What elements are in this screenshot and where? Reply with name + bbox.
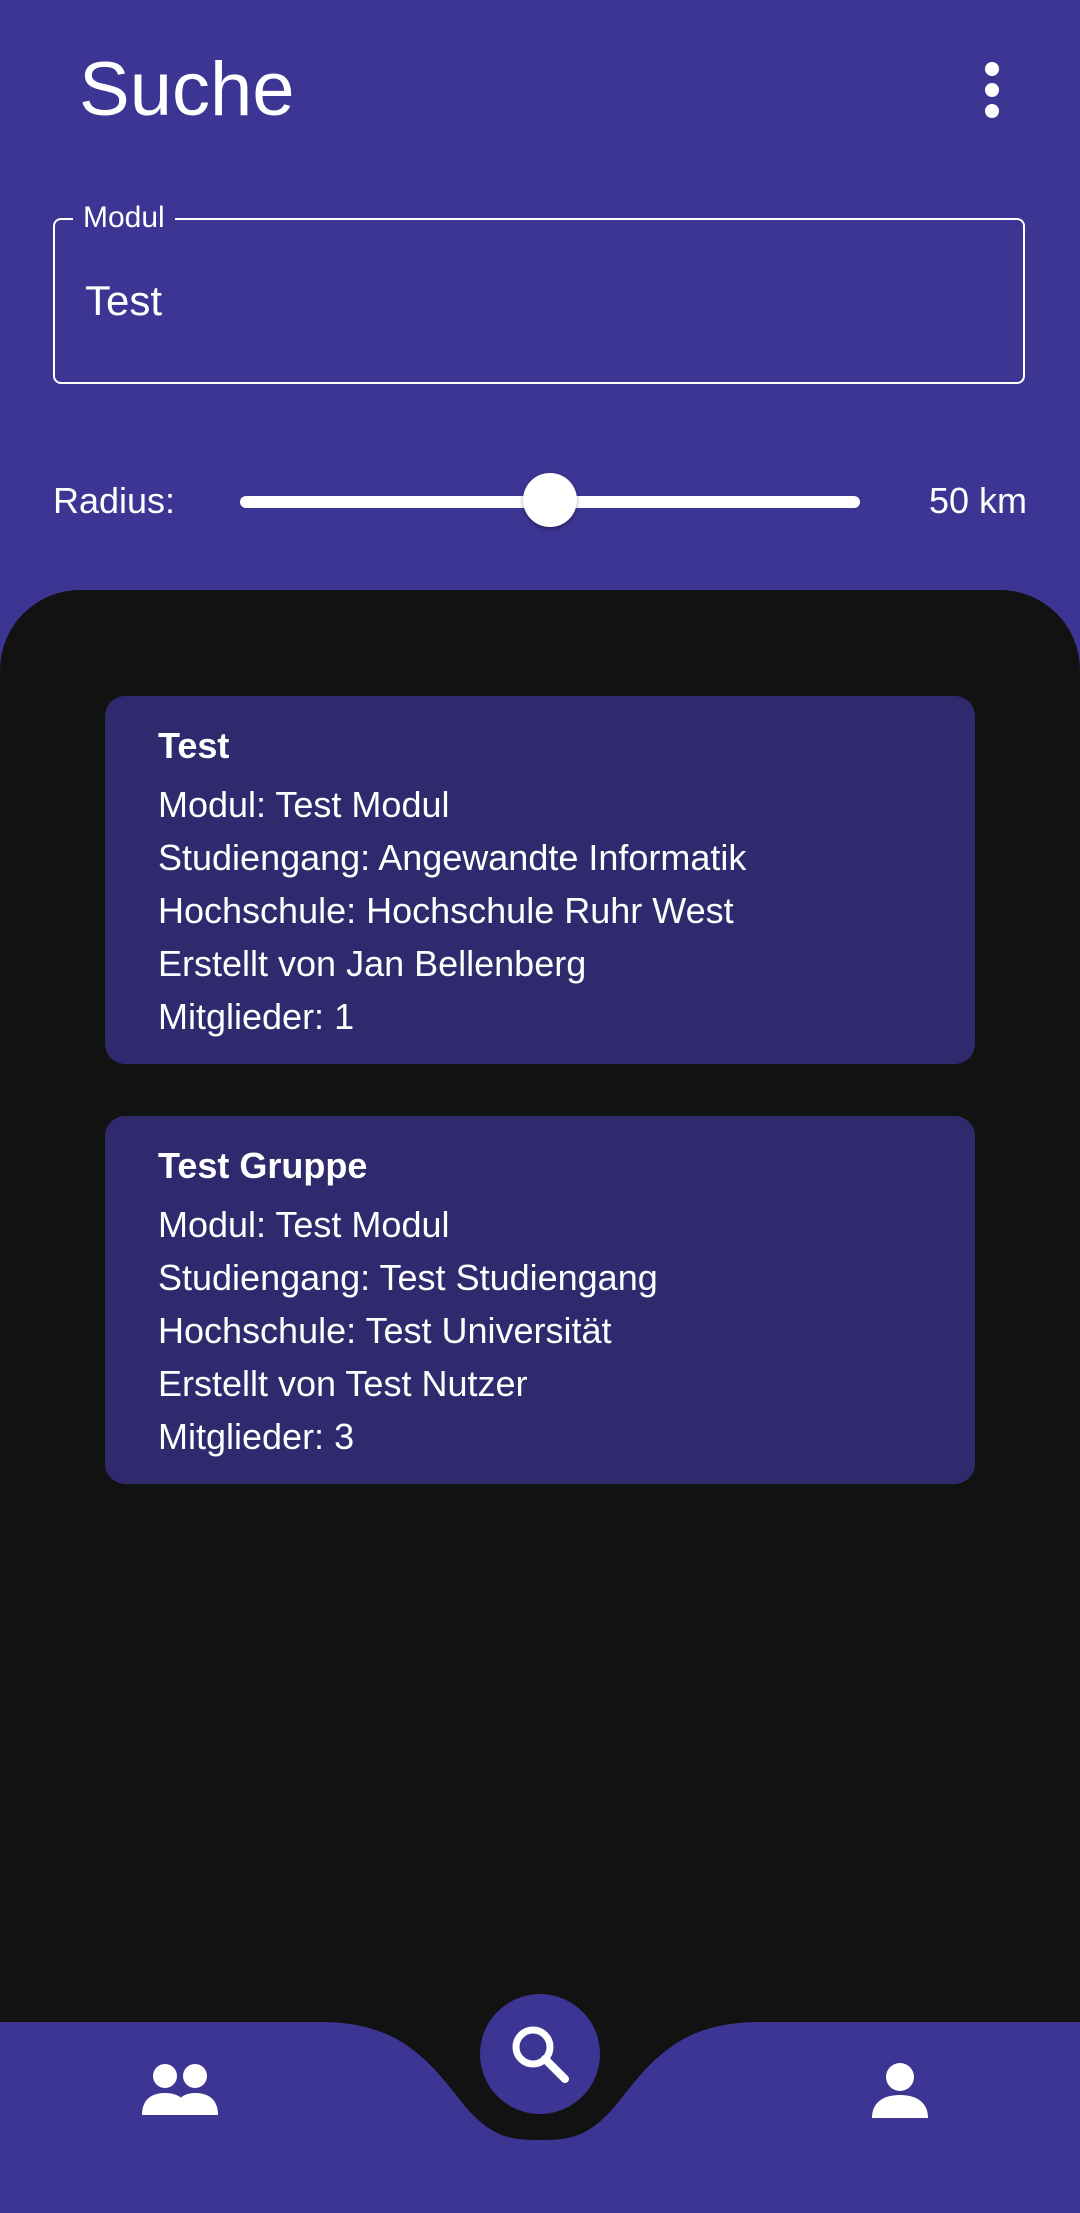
nav-groups-button[interactable] (130, 2055, 230, 2125)
result-card[interactable]: Test Modul: Test Modul Studiengang: Ange… (105, 696, 975, 1064)
radius-slider-thumb[interactable] (523, 473, 577, 527)
groups-icon (142, 2064, 218, 2115)
search-icon (512, 2026, 569, 2083)
result-card-program: Studiengang: Test Studiengang (158, 1257, 658, 1298)
page-title: Suche (79, 47, 295, 132)
more-options-button[interactable] (966, 52, 1018, 128)
result-card-title: Test (158, 725, 230, 766)
module-input[interactable]: Modul Test (53, 201, 1025, 384)
nav-profile-button[interactable] (855, 2055, 945, 2125)
result-card[interactable]: Test Gruppe Modul: Test Modul Studiengan… (105, 1116, 975, 1484)
more-vert-icon-dot (985, 83, 999, 97)
result-card-members: Mitglieder: 1 (158, 996, 355, 1037)
module-input-label: Modul (73, 201, 175, 235)
app-header: Suche Modul Test Radius: 50 km (0, 0, 1080, 590)
result-card-creator: Erstellt von Test Nutzer (158, 1363, 528, 1404)
result-card-module: Modul: Test Modul (158, 784, 450, 825)
result-card-title: Test Gruppe (158, 1145, 368, 1186)
result-card-university: Hochschule: Hochschule Ruhr West (158, 890, 734, 931)
result-card-creator: Erstellt von Jan Bellenberg (158, 943, 587, 984)
more-vert-icon-dot (985, 104, 999, 118)
result-card-members: Mitglieder: 3 (158, 1416, 355, 1457)
radius-slider[interactable] (240, 472, 860, 530)
radius-value: 50 km (928, 480, 1027, 521)
radius-label: Radius: (53, 480, 176, 521)
person-icon (872, 2063, 928, 2118)
result-card-program: Studiengang: Angewandte Informatik (158, 837, 747, 878)
module-input-value[interactable]: Test (85, 276, 162, 326)
result-card-module: Modul: Test Modul (158, 1204, 450, 1245)
more-vert-icon (985, 62, 999, 76)
result-card-university: Hochschule: Test Universität (158, 1310, 612, 1351)
search-button[interactable] (480, 1994, 600, 2114)
